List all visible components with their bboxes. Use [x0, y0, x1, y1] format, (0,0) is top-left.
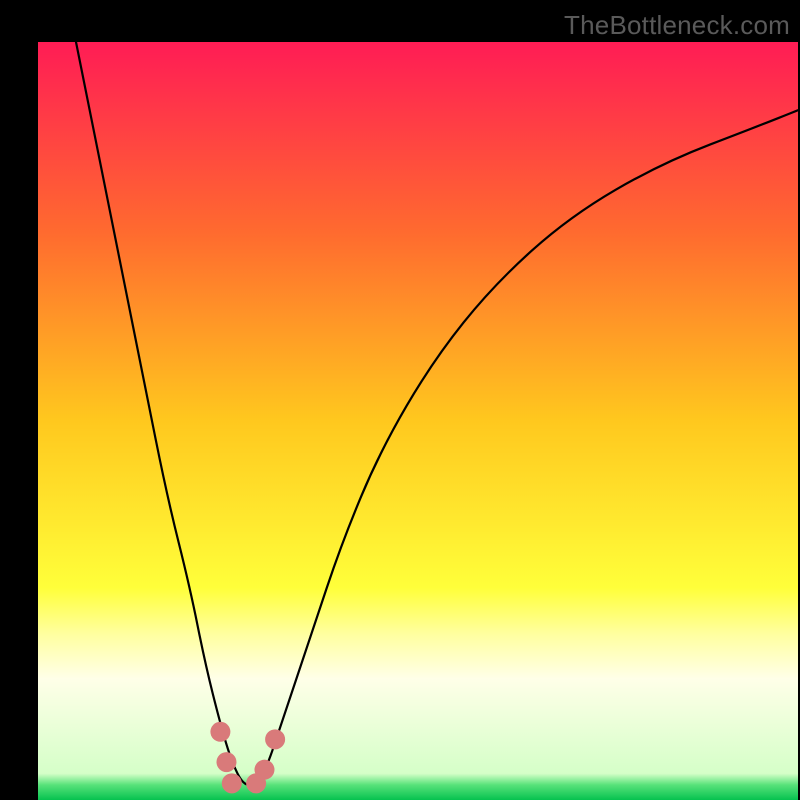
highlight-marker	[216, 752, 236, 772]
chart-svg	[38, 42, 798, 800]
chart-plot-area	[38, 42, 798, 800]
chart-frame: TheBottleneck.com	[0, 0, 800, 800]
watermark-text: TheBottleneck.com	[564, 10, 790, 41]
highlight-marker	[210, 722, 230, 742]
highlight-marker	[265, 729, 285, 749]
highlight-marker	[222, 773, 242, 793]
highlight-marker	[254, 760, 274, 780]
